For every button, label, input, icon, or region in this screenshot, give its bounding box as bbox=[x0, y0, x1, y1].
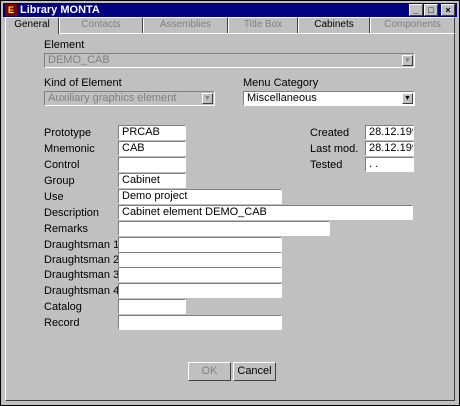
record-label: Record bbox=[44, 317, 80, 329]
created-label: Created bbox=[310, 127, 350, 139]
mnemonic-field[interactable]: CAB bbox=[118, 141, 186, 156]
catalog-field[interactable] bbox=[118, 299, 186, 314]
title-bar[interactable]: E Library MONTA _ □ × bbox=[3, 3, 457, 17]
last-modified-label: Last mod. bbox=[310, 143, 359, 155]
draughtsman-4-field[interactable] bbox=[118, 283, 282, 298]
group-field[interactable]: Cabinet bbox=[118, 173, 186, 188]
last-modified-field[interactable]: 28.12.1998 bbox=[365, 141, 414, 156]
tab-general[interactable]: General bbox=[5, 17, 59, 34]
cancel-button[interactable]: Cancel bbox=[233, 362, 276, 381]
ok-button[interactable]: OK bbox=[188, 362, 231, 381]
draughtsman-1-field[interactable] bbox=[118, 237, 282, 252]
control-field[interactable] bbox=[118, 157, 186, 172]
catalog-label: Catalog bbox=[44, 301, 82, 313]
draughtsman-3-label: Draughtsman 3 bbox=[44, 269, 120, 281]
window-title: Library MONTA bbox=[20, 4, 100, 16]
remarks-label: Remarks bbox=[44, 223, 89, 235]
tested-label: Tested bbox=[310, 159, 343, 171]
prototype-field[interactable]: PRCAB bbox=[118, 125, 186, 140]
chevron-down-icon: ▼ bbox=[402, 55, 413, 66]
draughtsman-1-label: Draughtsman 1 bbox=[44, 239, 120, 251]
draughtsman-3-field[interactable] bbox=[118, 267, 282, 282]
chevron-down-icon: ▼ bbox=[202, 93, 213, 104]
group-label: Group bbox=[44, 175, 75, 187]
maximize-button[interactable]: □ bbox=[424, 4, 438, 16]
use-field[interactable]: Demo project bbox=[118, 189, 282, 204]
element-value: DEMO_CAB bbox=[48, 54, 110, 66]
draughtsman-2-field[interactable] bbox=[118, 252, 282, 267]
created-field[interactable]: 28.12.1998 bbox=[365, 125, 414, 140]
chevron-down-icon[interactable]: ▼ bbox=[402, 93, 413, 104]
prototype-label: Prototype bbox=[44, 127, 92, 139]
tab-components[interactable]: Components bbox=[370, 17, 455, 33]
tab-cabinets[interactable]: Cabinets bbox=[298, 17, 370, 33]
menu-category-label: Menu Category bbox=[243, 77, 319, 89]
remarks-field[interactable] bbox=[118, 221, 330, 236]
control-label: Control bbox=[44, 159, 80, 171]
kind-of-element-select: Auxiliary graphics element ▼ bbox=[44, 91, 215, 106]
menu-category-value: Miscellaneous bbox=[247, 92, 317, 104]
menu-category-select[interactable]: Miscellaneous ▼ bbox=[243, 91, 415, 106]
draughtsman-4-label: Draughtsman 4 bbox=[44, 285, 120, 297]
minimize-button[interactable]: _ bbox=[409, 4, 423, 16]
mnemonic-label: Mnemonic bbox=[44, 143, 95, 155]
element-field: DEMO_CAB ▼ bbox=[44, 53, 415, 68]
description-label: Description bbox=[44, 207, 100, 219]
app-icon: E bbox=[5, 4, 17, 16]
tab-contacts[interactable]: Contacts bbox=[59, 17, 143, 33]
description-field[interactable]: Cabinet element DEMO_CAB bbox=[118, 205, 413, 220]
tab-assemblies[interactable]: Assemblies bbox=[143, 17, 228, 33]
kind-of-element-label: Kind of Element bbox=[44, 77, 122, 89]
draughtsman-2-label: Draughtsman 2 bbox=[44, 254, 120, 266]
close-button[interactable]: × bbox=[441, 4, 455, 16]
library-window: E Library MONTA _ □ × General Contacts A… bbox=[0, 0, 460, 406]
record-field[interactable] bbox=[118, 315, 282, 330]
kind-of-element-value: Auxiliary graphics element bbox=[48, 92, 177, 104]
tested-field[interactable]: . . bbox=[365, 157, 414, 172]
tab-title-box[interactable]: Title Box bbox=[228, 17, 298, 33]
element-label: Element bbox=[44, 39, 85, 51]
use-label: Use bbox=[44, 191, 64, 203]
